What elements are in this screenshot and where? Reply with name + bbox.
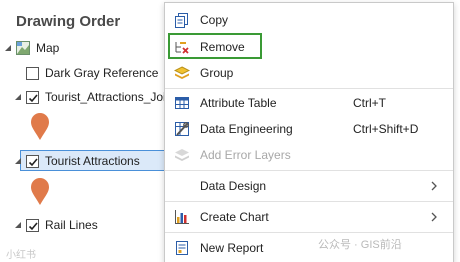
visibility-checkbox[interactable] <box>26 66 39 80</box>
menu-item-shortcut: Ctrl+Shift+D <box>353 122 419 136</box>
visibility-checkbox[interactable] <box>26 154 39 168</box>
copy-icon <box>174 12 190 28</box>
visibility-checkbox[interactable] <box>26 218 39 232</box>
menu-separator <box>165 201 453 202</box>
menu-item-attribute-table[interactable]: Attribute Table Ctrl+T <box>165 92 453 114</box>
tree-item-label: Dark Gray Reference <box>45 66 159 80</box>
tree-item-tourist-attractions-joined[interactable]: Tourist_Attractions_Joined <box>14 87 186 107</box>
table-icon <box>174 95 190 111</box>
expand-triangle-icon[interactable] <box>14 157 22 165</box>
tree-item-label: Map <box>36 41 60 55</box>
menu-item-data-engineering[interactable]: Data Engineering Ctrl+Shift+D <box>165 118 453 140</box>
tree-item-map[interactable]: Map <box>4 38 59 58</box>
remove-highlight-box <box>168 33 262 59</box>
menu-separator <box>165 232 453 233</box>
tree-item-rail-lines[interactable]: Rail Lines <box>14 215 98 235</box>
menu-item-shortcut: Ctrl+T <box>353 96 386 110</box>
tree-item-tourist-attractions[interactable]: Tourist Attractions <box>14 151 140 171</box>
menu-item-new-report[interactable]: New Report <box>165 237 453 259</box>
data-engineering-icon <box>174 121 190 137</box>
menu-item-label: Data Design <box>200 179 267 193</box>
watermark-right: 公众号 · GIS前沿 <box>318 239 402 251</box>
menu-item-label: Attribute Table <box>200 96 277 110</box>
map-icon <box>16 41 30 55</box>
pane-title: Drawing Order <box>16 13 121 30</box>
menu-item-copy[interactable]: Copy <box>165 9 453 31</box>
expand-triangle-icon[interactable] <box>4 44 12 52</box>
menu-item-label: Create Chart <box>200 210 269 224</box>
submenu-chevron-icon <box>430 211 438 226</box>
tree-item-dark-gray-reference[interactable]: Dark Gray Reference <box>26 63 158 83</box>
map-pin-symbol-icon <box>30 178 50 209</box>
menu-item-create-chart[interactable]: Create Chart <box>165 206 453 228</box>
expand-triangle-icon[interactable] <box>14 221 22 229</box>
visibility-checkbox[interactable] <box>26 90 39 104</box>
menu-item-label: Copy <box>200 13 229 27</box>
menu-item-label: Group <box>200 66 234 80</box>
menu-item-data-design[interactable]: Data Design <box>165 175 453 197</box>
menu-item-label: Data Engineering <box>200 122 293 136</box>
menu-item-label: New Report <box>200 241 264 255</box>
tree-item-label: Tourist Attractions <box>45 154 140 168</box>
report-icon <box>174 240 190 256</box>
group-icon <box>173 65 191 81</box>
expand-triangle-icon[interactable] <box>14 93 22 101</box>
submenu-chevron-icon <box>430 180 438 195</box>
watermark-left: 小红书 <box>6 250 36 261</box>
menu-item-add-error-layers: Add Error Layers <box>165 144 453 166</box>
chart-icon <box>174 209 190 225</box>
menu-item-label: Add Error Layers <box>200 148 291 162</box>
tree-item-label: Rail Lines <box>45 218 98 232</box>
map-pin-symbol-icon <box>30 113 50 144</box>
error-layers-icon <box>174 147 190 163</box>
menu-separator <box>165 170 453 171</box>
menu-item-group[interactable]: Group <box>165 62 453 84</box>
menu-separator <box>165 88 453 89</box>
